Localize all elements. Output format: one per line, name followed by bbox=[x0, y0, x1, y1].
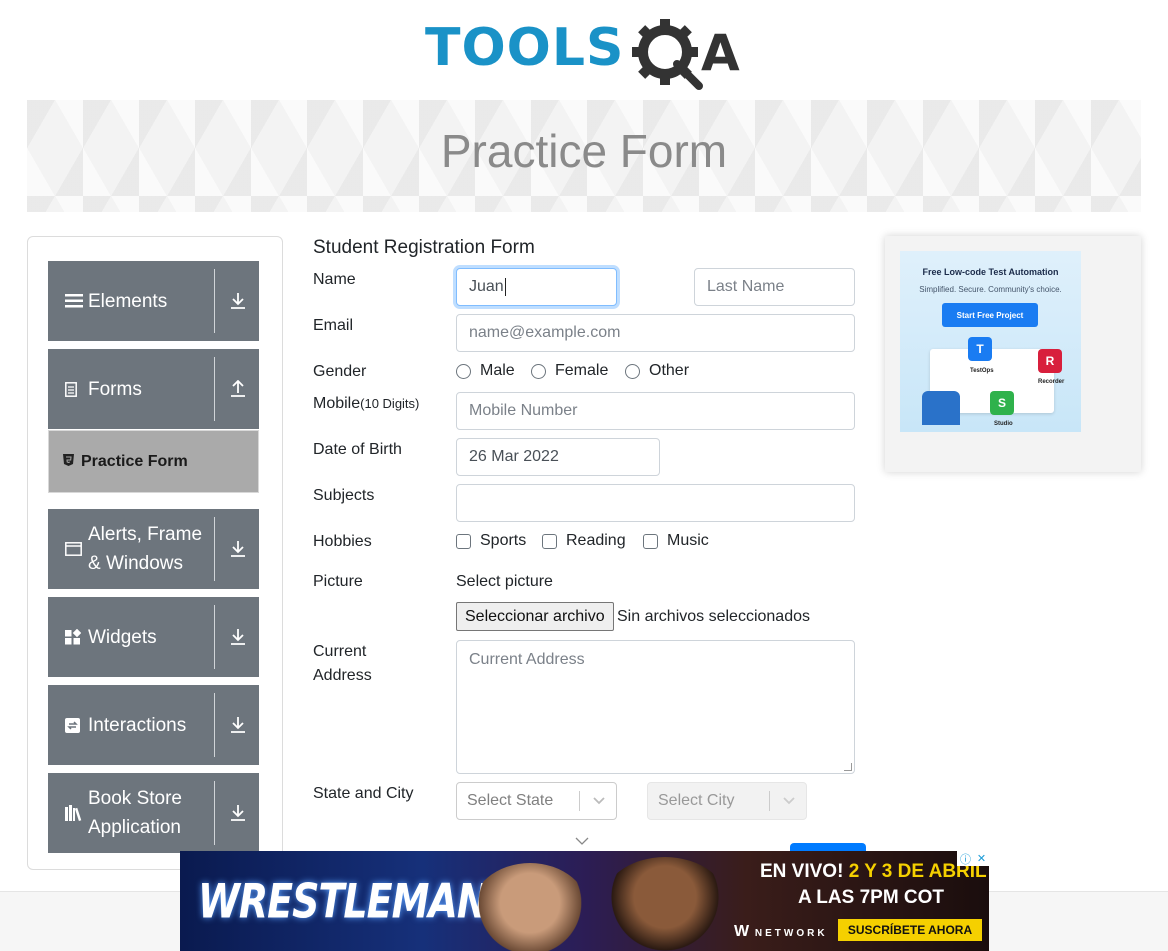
mobile-label: Mobile(10 Digits) bbox=[313, 395, 420, 412]
sidebar-group-label: Book Store Application bbox=[88, 788, 182, 838]
hobbies-label: Hobbies bbox=[313, 533, 372, 550]
sidebar-item-practice-form[interactable]: Practice Form bbox=[48, 430, 259, 493]
robot-arm-icon bbox=[922, 391, 960, 425]
dob-label: Date of Birth bbox=[313, 441, 402, 458]
sidebar-group-label: Elements bbox=[88, 290, 168, 312]
download-arrow-icon[interactable] bbox=[230, 261, 246, 341]
sidebar-group-forms[interactable]: Forms bbox=[48, 349, 259, 429]
address-label: Current Address bbox=[313, 643, 372, 684]
hobby-checkbox-sports[interactable]: Sports bbox=[456, 532, 526, 550]
ad-headline: Free Low-code Test Automation bbox=[922, 267, 1059, 277]
sidebar-group-widgets[interactable]: Widgets bbox=[48, 597, 259, 677]
studio-icon: S bbox=[990, 391, 1014, 415]
download-arrow-icon[interactable] bbox=[230, 597, 246, 677]
first-name-value: Juan bbox=[469, 278, 504, 295]
subjects-label: Subjects bbox=[313, 487, 375, 504]
wwe-logo-icon: W bbox=[734, 923, 750, 940]
checkbox[interactable] bbox=[643, 533, 658, 549]
document-icon bbox=[65, 349, 85, 429]
toolsqa-logo[interactable]: TOOLS A bbox=[425, 14, 747, 92]
sidebar-group-label: Interactions bbox=[88, 714, 187, 736]
form-title: Student Registration Form bbox=[313, 237, 535, 258]
ad-creative[interactable]: Free Low-code Test Automation Simplified… bbox=[900, 251, 1081, 432]
subjects-input[interactable] bbox=[456, 484, 855, 522]
scroll-chevron-icon bbox=[575, 833, 589, 849]
state-select[interactable]: Select State bbox=[456, 782, 617, 820]
gender-radio-male[interactable]: Male bbox=[456, 362, 515, 380]
dob-input[interactable]: 26 Mar 2022 bbox=[456, 438, 660, 476]
email-input[interactable]: name@example.com bbox=[456, 314, 855, 352]
ad-cta-button[interactable]: Start Free Project bbox=[942, 303, 1038, 327]
ad-event-date: EN VIVO! 2 Y 3 DE ABRIL bbox=[760, 861, 987, 882]
picture-label: Picture bbox=[313, 573, 363, 590]
sidebar-group-label: Widgets bbox=[88, 626, 157, 648]
select-picture-text: Select picture bbox=[456, 573, 553, 590]
name-label: Name bbox=[313, 271, 356, 288]
first-name-input[interactable]: Juan bbox=[456, 268, 617, 306]
gender-label: Gender bbox=[313, 363, 367, 380]
email-label: Email bbox=[313, 317, 354, 334]
radio-button[interactable] bbox=[531, 363, 546, 379]
ad-event-time: A LAS 7PM COT bbox=[798, 887, 945, 908]
gear-magnifier-icon: A bbox=[632, 19, 740, 90]
resize-handle[interactable] bbox=[844, 763, 852, 771]
sidebar-group-book-store[interactable]: Book Store Application bbox=[48, 773, 259, 853]
download-arrow-icon[interactable] bbox=[230, 685, 246, 765]
page-title: Practice Form bbox=[440, 125, 728, 177]
city-select[interactable]: Select City bbox=[647, 782, 807, 820]
info-icon: ⓘ bbox=[959, 853, 971, 866]
choose-file-button[interactable]: Seleccionar archivo bbox=[456, 602, 614, 631]
window-icon bbox=[65, 509, 85, 589]
close-icon: ✕ bbox=[976, 853, 987, 865]
hobby-checkbox-reading[interactable]: Reading bbox=[542, 532, 626, 550]
ad-subscribe-button[interactable]: SUSCRÍBETE AHORA bbox=[838, 919, 982, 941]
ad-fighter-image bbox=[470, 863, 590, 951]
current-address-textarea[interactable]: Current Address bbox=[456, 640, 855, 774]
sidebar-group-label: Forms bbox=[88, 378, 142, 400]
sidebar-group-alerts[interactable]: Alerts, Frame & Windows bbox=[48, 509, 259, 589]
ad-network-logo: W NETWORK bbox=[734, 923, 828, 940]
sidebar: Elements Forms Practice Form Alerts, Fra… bbox=[27, 236, 283, 870]
sidebar-item-label: Practice Form bbox=[81, 452, 188, 470]
checkbox[interactable] bbox=[456, 533, 471, 549]
hobby-checkbox-music[interactable]: Music bbox=[643, 532, 709, 550]
list-icon bbox=[65, 261, 85, 341]
mobile-label-note: (10 Digits) bbox=[360, 396, 420, 411]
radio-button[interactable] bbox=[456, 363, 471, 379]
page-banner: Practice Form bbox=[27, 100, 1141, 212]
ad-fighter-image bbox=[600, 857, 730, 951]
widgets-icon bbox=[65, 597, 85, 677]
bottom-advertisement[interactable]: WRESTLEMANIA EN VIVO! 2 Y 3 DE ABRIL A L… bbox=[180, 851, 989, 951]
last-name-input[interactable]: Last Name bbox=[694, 268, 855, 306]
address-placeholder: Current Address bbox=[469, 651, 585, 668]
html5-icon bbox=[63, 454, 81, 469]
books-icon bbox=[65, 773, 85, 853]
recorder-icon: R bbox=[1038, 349, 1062, 373]
ad-choices-icon[interactable]: ⓘ ✕ bbox=[957, 851, 989, 866]
ad-subheadline: Simplified. Secure. Community's choice. bbox=[919, 285, 1062, 294]
side-advertisement[interactable]: Free Low-code Test Automation Simplified… bbox=[885, 236, 1141, 472]
interaction-icon bbox=[65, 685, 85, 765]
gender-radio-female[interactable]: Female bbox=[531, 362, 608, 380]
testops-icon: T bbox=[968, 337, 992, 361]
upload-arrow-icon[interactable] bbox=[230, 349, 246, 429]
state-city-label: State and City bbox=[313, 785, 414, 802]
radio-button[interactable] bbox=[625, 363, 640, 379]
sidebar-group-elements[interactable]: Elements bbox=[48, 261, 259, 341]
sidebar-group-interactions[interactable]: Interactions bbox=[48, 685, 259, 765]
gender-radio-other[interactable]: Other bbox=[625, 362, 689, 380]
mobile-input[interactable]: Mobile Number bbox=[456, 392, 855, 430]
download-arrow-icon[interactable] bbox=[230, 773, 246, 853]
file-status-text: Sin archivos seleccionados bbox=[617, 608, 810, 625]
logo-a-letter: A bbox=[701, 24, 740, 82]
sidebar-group-label: Alerts, Frame & Windows bbox=[88, 524, 203, 574]
logo-text: TOOLS bbox=[425, 18, 625, 78]
checkbox[interactable] bbox=[542, 533, 557, 549]
chevron-down-icon bbox=[593, 792, 605, 808]
chevron-down-icon bbox=[783, 792, 795, 808]
download-arrow-icon[interactable] bbox=[230, 509, 246, 589]
text-caret bbox=[504, 278, 506, 296]
